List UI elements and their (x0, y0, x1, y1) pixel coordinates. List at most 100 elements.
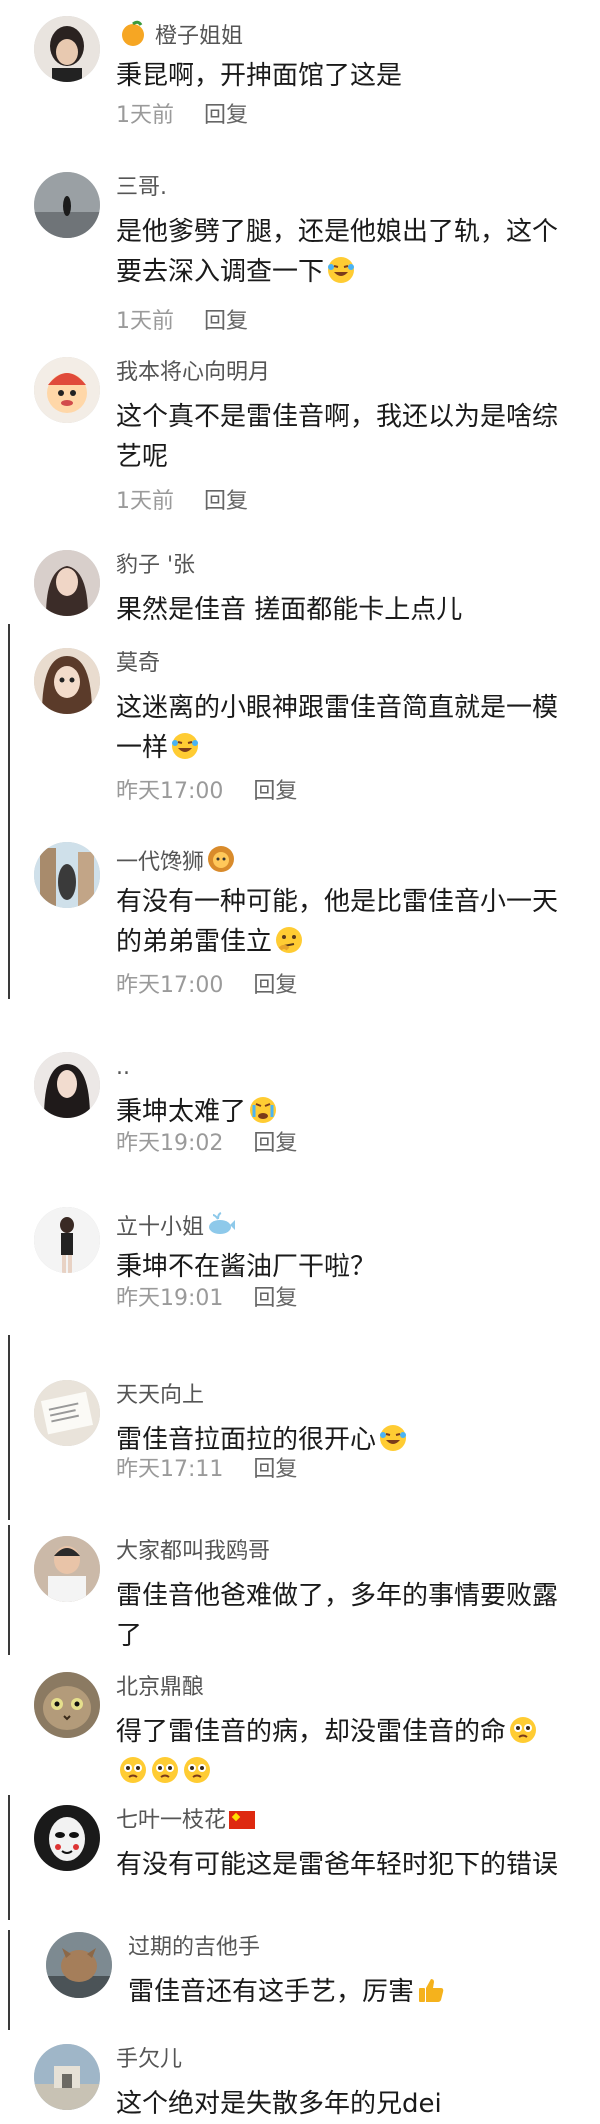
comment-text-body: 得了雷佳音的病，却没雷佳音的命 (116, 1717, 507, 1747)
comment-text: 果然是佳音 搓面都能卡上点儿 (116, 595, 463, 625)
comment-item: 天天向上 雷佳音拉面拉的很开心 昨天17:11 回复 (0, 1368, 600, 1498)
comment-item: 七叶一枝花 有没有可能这是雷爸年轻时犯下的错误 (0, 1793, 600, 1923)
pleading-face-icon (508, 1715, 538, 1745)
username[interactable]: 一代馋狮 (116, 844, 236, 877)
avatar[interactable] (34, 357, 100, 423)
username-text: 一代馋狮 (116, 850, 205, 875)
comment-time: 1天前 (116, 103, 174, 128)
username[interactable]: 豹子 '张 (116, 552, 195, 580)
username-text: 立十小姐 (116, 1215, 205, 1240)
reply-button[interactable]: 回复 (253, 1457, 297, 1482)
username[interactable]: 我本将心向明月 (116, 359, 270, 387)
pleading-face-icon (150, 1755, 180, 1785)
comment-meta: 昨天17:00 回复 (116, 972, 297, 1000)
comment-text-body: 有没有一种可能，他是比雷佳音小一天的弟弟雷佳立 (116, 887, 559, 957)
avatar[interactable] (34, 1805, 100, 1871)
reply-button[interactable]: 回复 (253, 1131, 297, 1156)
comment-text: 秉昆啊，开抻面馆了这是 (116, 61, 403, 91)
comment-time: 昨天17:00 (116, 973, 224, 998)
comment-feed: 橙子姐姐 秉昆啊，开抻面馆了这是 1天前 回复 三哥. 是他爹劈了腿，还是他娘出了… (0, 0, 600, 2121)
comment-item: 莫奇 这迷离的小眼神跟雷佳音简直就是一模一样 昨天17:00 回复 (0, 636, 600, 811)
comment-meta: 昨天17:00 回复 (116, 778, 297, 806)
thumbs-up-icon (416, 1975, 446, 2005)
avatar[interactable] (34, 550, 100, 616)
comment-time: 1天前 (116, 489, 174, 514)
laughing-tears-icon (378, 1423, 408, 1453)
comment-item: 我本将心向明月 这个真不是雷佳音啊，我还以为是啥综艺呢 1天前 回复 (0, 345, 600, 520)
username[interactable]: 立十小姐 (116, 1209, 236, 1242)
username[interactable]: 北京鼎酿 (116, 1674, 204, 1702)
avatar[interactable] (34, 172, 100, 238)
avatar[interactable] (34, 1536, 100, 1602)
comment-text-body: 雷佳音拉面拉的很开心 (116, 1425, 377, 1455)
comment-text: 雷佳音还有这手艺，厉害 (128, 1972, 588, 2012)
username-text: 橙子姐姐 (155, 24, 244, 49)
username[interactable]: .. (116, 1054, 130, 1082)
whale-icon (206, 1209, 236, 1239)
comment-item: 过期的吉他手 雷佳音还有这手艺，厉害 (0, 1920, 600, 2030)
orange-icon (118, 18, 148, 48)
comment-item: 大家都叫我鸥哥 雷佳音他爸难做了，多年的事情要败露了 (0, 1524, 600, 1659)
username[interactable]: 莫奇 (116, 650, 160, 678)
comment-text: 这个真不是雷佳音啊，我还以为是啥综艺呢 (116, 402, 559, 472)
username[interactable]: 三哥. (116, 174, 167, 202)
thinking-face-icon (274, 925, 304, 955)
avatar[interactable] (46, 1932, 112, 1998)
comment-meta: 昨天19:01 回复 (116, 1285, 297, 1313)
comment-time: 1天前 (116, 309, 174, 334)
comment-text: 得了雷佳音的病，却没雷佳音的命 (116, 1712, 576, 1792)
avatar[interactable] (34, 16, 100, 82)
username[interactable]: 七叶一枝花 (116, 1807, 256, 1835)
comment-text-body: 雷佳音还有这手艺，厉害 (128, 1977, 415, 2007)
reply-button[interactable]: 回复 (204, 309, 248, 334)
laughing-tears-icon (170, 731, 200, 761)
username-text: 七叶一枝花 (116, 1808, 227, 1833)
china-flag-icon (229, 1811, 256, 1829)
avatar[interactable] (34, 1380, 100, 1446)
comment-text: 是他爹劈了腿，还是他娘出了轨，这个要去深入调查一下 (116, 212, 576, 292)
comment-text: 有没有可能这是雷爸年轻时犯下的错误 (116, 1850, 559, 1880)
username[interactable]: 橙子姐姐 (116, 18, 243, 51)
reply-button[interactable]: 回复 (204, 103, 248, 128)
comment-text: 雷佳音拉面拉的很开心 (116, 1420, 576, 1460)
pleading-face-icon (182, 1755, 212, 1785)
avatar[interactable] (34, 1052, 100, 1118)
comment-meta: 昨天19:02 回复 (116, 1130, 297, 1158)
avatar[interactable] (34, 842, 100, 908)
comment-time: 昨天17:11 (116, 1457, 224, 1482)
crying-face-icon (248, 1095, 278, 1125)
comment-item: 一代馋狮 有没有一种可能，他是比雷佳音小一天的弟弟雷佳立 昨天17:00 回复 (0, 830, 600, 1005)
comment-meta: 1天前 回复 (116, 488, 248, 516)
comment-text: 秉坤不在酱油厂干啦？ (116, 1252, 377, 1282)
pleading-face-icon (118, 1755, 148, 1785)
comment-meta: 昨天17:11 回复 (116, 1456, 297, 1484)
username[interactable]: 天天向上 (116, 1382, 204, 1410)
reply-button[interactable]: 回复 (253, 973, 297, 998)
comment-meta: 1天前 回复 (116, 308, 248, 336)
comment-time: 昨天19:01 (116, 1286, 224, 1311)
comment-time: 昨天17:00 (116, 779, 224, 804)
username[interactable]: 手欠儿 (116, 2046, 182, 2074)
comment-item: 手欠儿 这个绝对是失散多年的兄dei (0, 2032, 600, 2121)
comment-time: 昨天19:02 (116, 1131, 224, 1156)
avatar[interactable] (34, 648, 100, 714)
comment-item: .. 秉坤太难了 昨天19:02 回复 (0, 1040, 600, 1170)
comment-text: 秉坤太难了 (116, 1092, 576, 1132)
comment-item: 橙子姐姐 秉昆啊，开抻面馆了这是 1天前 回复 (0, 4, 600, 134)
comment-item: 豹子 '张 果然是佳音 搓面都能卡上点儿 (0, 538, 600, 625)
comment-meta: 1天前 回复 (116, 102, 248, 130)
comment-item: 北京鼎酿 得了雷佳音的病，却没雷佳音的命 (0, 1660, 600, 1790)
laughing-tears-icon (326, 255, 356, 285)
lion-icon (206, 844, 236, 874)
username[interactable]: 大家都叫我鸥哥 (116, 1538, 270, 1566)
comment-item: 立十小姐 秉坤不在酱油厂干啦？ 昨天19:01 回复 (0, 1195, 600, 1325)
reply-button[interactable]: 回复 (204, 489, 248, 514)
avatar[interactable] (34, 2044, 100, 2110)
avatar[interactable] (34, 1207, 100, 1273)
reply-button[interactable]: 回复 (253, 779, 297, 804)
username[interactable]: 过期的吉他手 (128, 1934, 260, 1962)
avatar[interactable] (34, 1672, 100, 1738)
comment-item: 三哥. 是他爹劈了腿，还是他娘出了轨，这个要去深入调查一下 1天前 回复 (0, 160, 600, 335)
comment-text: 这个绝对是失散多年的兄dei (116, 2089, 442, 2119)
reply-button[interactable]: 回复 (253, 1286, 297, 1311)
